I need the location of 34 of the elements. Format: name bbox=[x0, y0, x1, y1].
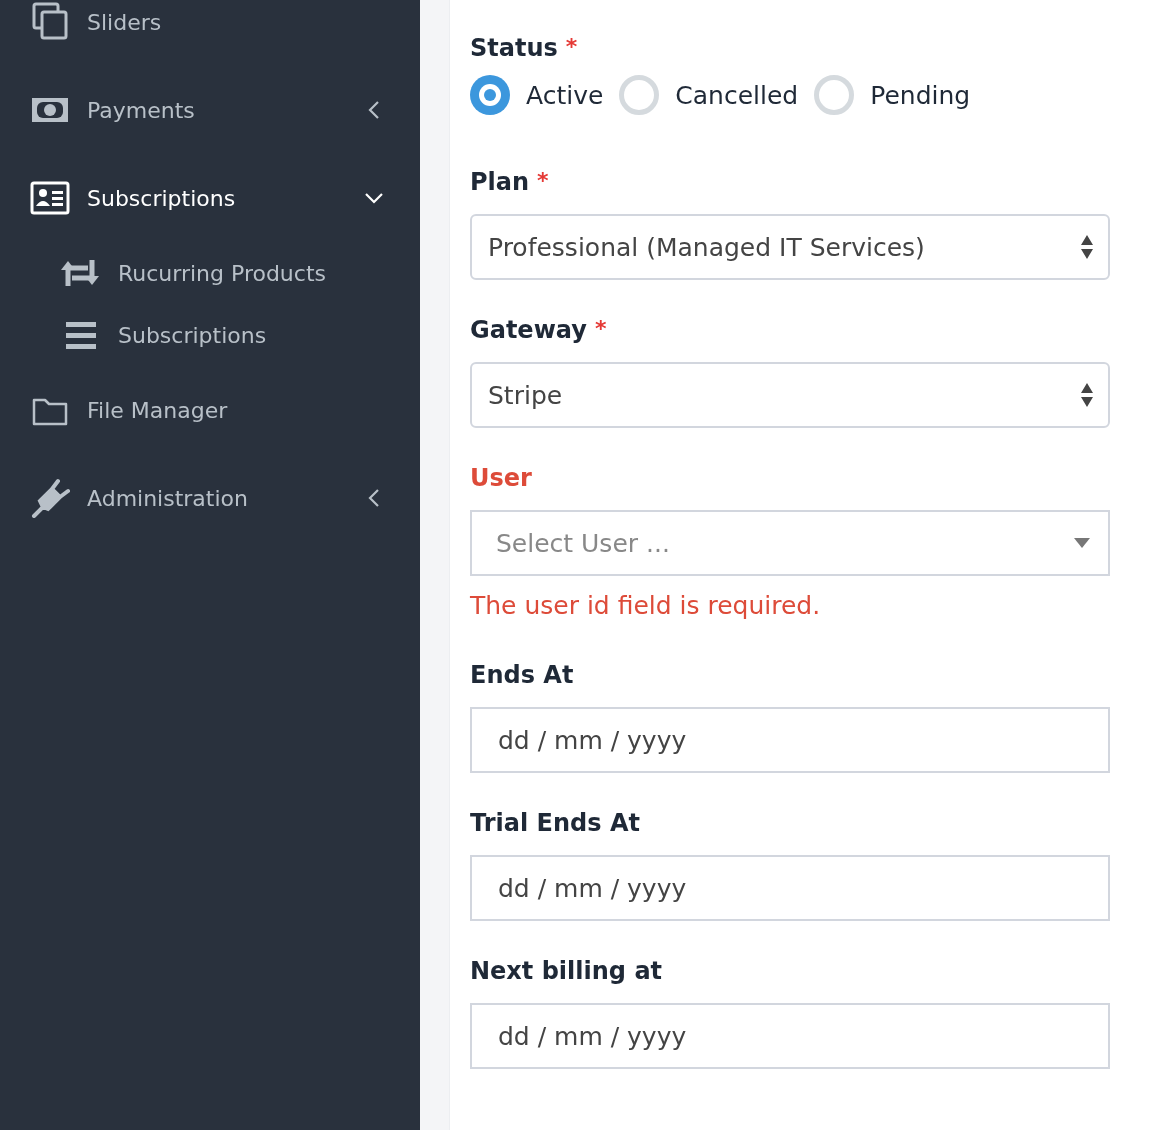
radio-button[interactable] bbox=[470, 75, 510, 115]
date-field[interactable]: dd / mm / yyyy bbox=[470, 707, 1110, 773]
field-label: Status bbox=[470, 34, 558, 62]
required-mark: * bbox=[565, 34, 578, 59]
field-label: Gateway bbox=[470, 316, 587, 344]
sidebar-item[interactable]: Administration bbox=[0, 454, 420, 542]
date-field[interactable]: dd / mm / yyyy bbox=[470, 855, 1110, 921]
radio-label[interactable]: Pending bbox=[870, 80, 971, 110]
field-label: Plan bbox=[470, 168, 530, 196]
sidebar-item[interactable]: Subscriptions bbox=[0, 154, 420, 242]
sidebar-subitem[interactable]: Subscriptions bbox=[0, 304, 420, 366]
sidebar-item[interactable]: Payments bbox=[0, 66, 420, 154]
sort-arrows-icon bbox=[1080, 381, 1094, 409]
select-field[interactable]: Stripe bbox=[470, 362, 1110, 428]
plug-icon bbox=[30, 478, 70, 518]
radio-label[interactable]: Cancelled bbox=[675, 80, 799, 110]
radio-button[interactable] bbox=[814, 75, 855, 115]
error-message: The user id field is required. bbox=[470, 589, 822, 622]
field-label: User bbox=[470, 464, 532, 492]
field-label: Trial Ends At bbox=[470, 809, 640, 837]
sidebar-item[interactable]: Sliders bbox=[0, 0, 420, 66]
sidebar-subitem[interactable]: Rucurring Products bbox=[0, 242, 420, 304]
sort-arrows-icon bbox=[1080, 233, 1094, 261]
sidebar-item[interactable]: File Manager bbox=[0, 366, 420, 454]
date-field[interactable]: dd / mm / yyyy bbox=[470, 1003, 1110, 1069]
select-field[interactable]: Select User ... bbox=[470, 510, 1110, 576]
field-label: Ends At bbox=[470, 661, 574, 689]
required-mark: * bbox=[594, 316, 607, 341]
radio-button[interactable] bbox=[619, 75, 660, 115]
radio-label[interactable]: Active bbox=[526, 80, 604, 110]
required-mark: * bbox=[537, 168, 549, 193]
field-label: Next billing at bbox=[470, 957, 663, 985]
caret-icon bbox=[1074, 538, 1090, 548]
select-field[interactable]: Professional (Managed IT Services) bbox=[470, 214, 1110, 280]
